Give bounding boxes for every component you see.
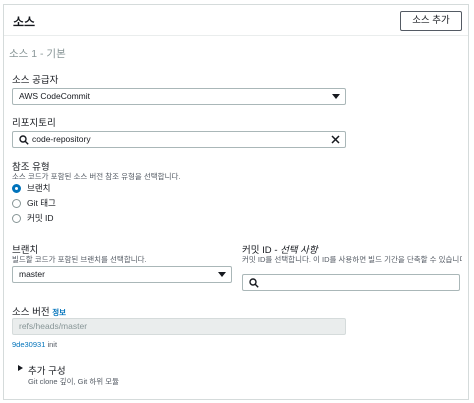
provider-select[interactable]: AWS CodeCommit: [12, 88, 346, 105]
provider-value: AWS CodeCommit: [19, 91, 91, 101]
branch-select[interactable]: master: [12, 266, 232, 283]
repository-input[interactable]: code-repository: [12, 131, 346, 148]
branch-description: 빌드할 코드가 포함된 브랜치를 선택합니다.: [12, 255, 147, 264]
source-version-field: refs/heads/master: [12, 318, 346, 335]
repository-value: code-repository: [32, 134, 91, 144]
radio-branch-label: 브랜치: [27, 183, 51, 193]
source-panel: 소스 소스 추가: [3, 4, 469, 400]
radio-commit-id-label: 커밋 ID: [27, 213, 54, 223]
chevron-down-icon: [218, 272, 226, 277]
panel-header: 소스 소스 추가: [4, 5, 468, 36]
commit-info: 9de30931 init: [12, 340, 57, 349]
repository-label: 리포지토리: [12, 118, 56, 129]
caret-right-icon[interactable]: [18, 365, 23, 371]
info-link[interactable]: 정보: [52, 308, 66, 317]
radio-selected-icon: [12, 184, 21, 193]
section-title: 소스 1 - 기본: [9, 48, 66, 60]
source-version-label-text: 소스 버전: [12, 307, 50, 318]
radio-unselected-icon: [12, 214, 21, 223]
chevron-down-icon: [332, 94, 340, 99]
search-icon: [19, 135, 29, 145]
radio-git-tag-label: Git 태그: [27, 198, 56, 208]
close-icon[interactable]: [330, 134, 341, 145]
add-source-button[interactable]: 소스 추가: [400, 11, 462, 31]
additional-config-toggle[interactable]: 추가 구성: [28, 363, 66, 377]
source-version-label: 소스 버전 정보: [12, 304, 66, 318]
additional-config-subtitle: Git clone 깊이, Git 하위 모듈: [28, 377, 119, 386]
radio-unselected-icon: [12, 199, 21, 208]
search-icon: [249, 278, 259, 288]
commit-id-input[interactable]: [242, 274, 460, 291]
panel-title: 소스: [13, 15, 36, 29]
branch-value: master: [19, 269, 45, 279]
commit-id-description: 커밋 ID를 선택합니다. 이 ID를 사용하면 빌드 기간을 단축할 수 있습…: [242, 255, 462, 264]
reference-type-description: 소스 코드가 포함된 소스 버전 참조 유형을 선택합니다.: [12, 172, 181, 181]
commit-message: init: [47, 340, 58, 349]
provider-label: 소스 공급자: [12, 75, 59, 86]
commit-hash-link[interactable]: 9de30931: [12, 340, 45, 349]
